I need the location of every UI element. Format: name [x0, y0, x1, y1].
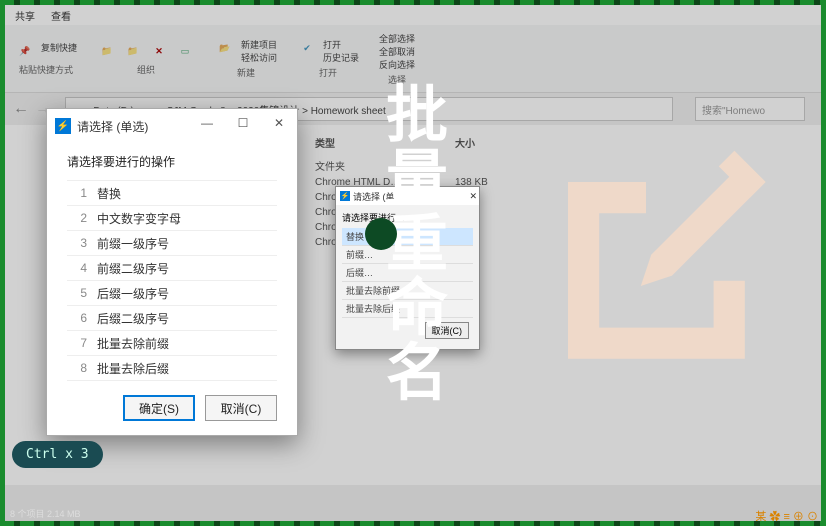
keyboard-hint: Ctrl x 3 [12, 441, 103, 468]
delete-icon[interactable]: ✕ [149, 41, 169, 61]
dialog-title-text: 请选择 (单选) [77, 118, 148, 135]
copyto-icon[interactable]: 📁 [123, 41, 143, 61]
new-label: 新建 [237, 66, 255, 79]
minimize-icon[interactable]: — [189, 109, 225, 137]
list-item[interactable]: 8批量去除后缀 [67, 356, 277, 381]
history-label[interactable]: 历史记录 [323, 51, 359, 64]
edit-icon [516, 130, 776, 395]
invert-select-label[interactable]: 反向选择 [379, 58, 415, 71]
paste-label[interactable]: 复制快捷 [41, 41, 77, 61]
select-all-label[interactable]: 全部选择 [379, 32, 415, 45]
list-item[interactable]: 4前缀二级序号 [67, 256, 277, 281]
moveto-icon[interactable]: 📁 [97, 41, 117, 61]
open-group-label: 打开 [319, 66, 337, 79]
ribbon-tabs: 共享 查看 [5, 5, 821, 25]
list-item[interactable]: 7批量去除前缀 [67, 331, 277, 356]
paste-shortcut-label: 粘贴快捷方式 [19, 63, 73, 76]
ribbon-group-new: 📂 新建项目 轻松访问 新建 [215, 38, 277, 79]
easy-access-label[interactable]: 轻松访问 [241, 51, 277, 64]
new-item-label[interactable]: 新建项目 [241, 38, 277, 51]
ribbon-group-select: 全部选择 全部取消 反向选择 选择 [379, 32, 415, 86]
ribbon-group-clipboard: 📌 复制快捷 粘贴快捷方式 [15, 41, 77, 76]
nav-back-icon[interactable]: ← [13, 100, 29, 118]
ok-button[interactable]: 确定(S) [123, 395, 195, 421]
status-bar: 8 个项目 2.14 MB [10, 507, 81, 520]
dialog-prompt: 请选择要进行的操作 [67, 153, 277, 170]
dialog-titlebar: ⚡ 请选择 (单选) — ☐ ✕ [47, 109, 297, 143]
ribbon-group-open: ✔ 打开 历史记录 打开 [297, 38, 359, 79]
newfolder-icon[interactable]: 📂 [215, 38, 235, 58]
pin-icon[interactable]: 📌 [15, 41, 35, 61]
rename-ribbon-icon[interactable]: ▭ [175, 41, 195, 61]
decoration-dot [365, 218, 397, 250]
open-label[interactable]: 打开 [323, 38, 359, 51]
properties-icon[interactable]: ✔ [297, 38, 317, 58]
maximize-icon[interactable]: ☐ [225, 109, 261, 137]
search-input[interactable]: 搜索"Homewo [695, 97, 805, 121]
bolt-icon: ⚡ [55, 118, 71, 134]
close-icon[interactable]: ✕ [469, 191, 477, 202]
tab-view[interactable]: 查看 [51, 8, 71, 23]
select-none-label[interactable]: 全部取消 [379, 45, 415, 58]
watermark: 某 ✿ ≡ ⊕ ⊙ [755, 508, 818, 524]
list-item[interactable]: 2中文数字变字母 [67, 206, 277, 231]
options-dialog: ⚡ 请选择 (单选) — ☐ ✕ 请选择要进行的操作 1替换 2中文数字变字母 … [46, 108, 298, 436]
list-item[interactable]: 6后缀二级序号 [67, 306, 277, 331]
list-item[interactable]: 3前缀一级序号 [67, 231, 277, 256]
list-item[interactable]: 5后缀一级序号 [67, 281, 277, 306]
close-icon[interactable]: ✕ [261, 109, 297, 137]
cancel-button[interactable]: 取消(C) [205, 395, 277, 421]
bolt-icon: ⚡ [340, 191, 350, 201]
ribbon-group-organize: 📁 📁 ✕ ▭ 组织 [97, 41, 195, 76]
organize-label: 组织 [137, 63, 155, 76]
tab-share[interactable]: 共享 [15, 8, 35, 23]
list-item[interactable]: 1替换 [67, 181, 277, 206]
options-list: 1替换 2中文数字变字母 3前缀一级序号 4前缀二级序号 5后缀一级序号 6后缀… [67, 180, 277, 381]
